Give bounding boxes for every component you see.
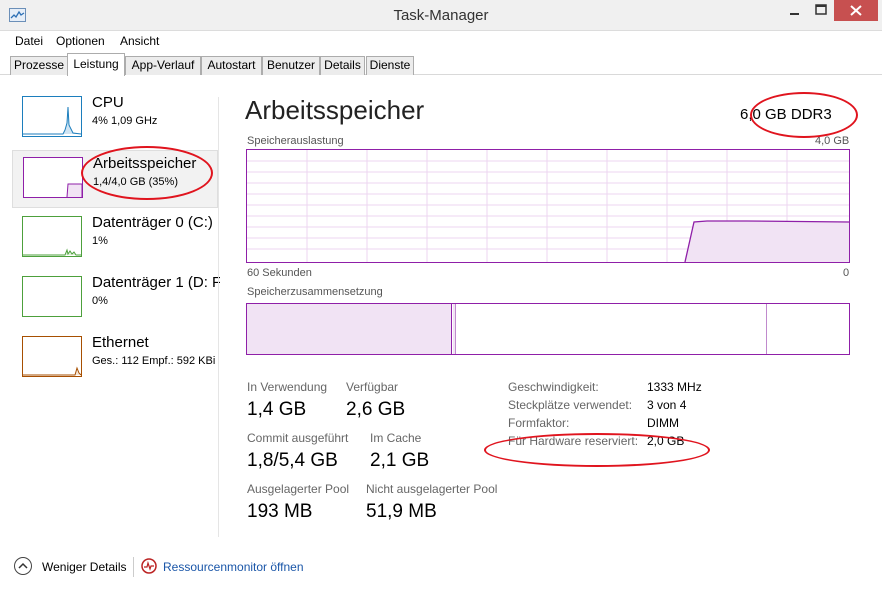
memory-thumbnail-graph bbox=[23, 157, 83, 198]
maximize-button[interactable] bbox=[808, 0, 834, 21]
menu-bar: Datei Optionen Ansicht bbox=[0, 31, 882, 51]
sidebar-divider bbox=[218, 97, 219, 537]
tab-details[interactable]: Details bbox=[320, 56, 365, 75]
sidebar-item-label: Ethernet bbox=[92, 334, 149, 351]
property-value: 1333 MHz bbox=[647, 380, 702, 394]
stat-value: 2,6 GB bbox=[346, 399, 406, 420]
composition-chart-title: Speicherzusammensetzung bbox=[247, 286, 383, 298]
stat-value: 1,8/5,4 GB bbox=[247, 450, 338, 471]
sidebar-item-label: Datenträger 1 (D: F bbox=[92, 274, 220, 291]
sidebar-item-label: CPU bbox=[92, 94, 124, 111]
composition-modified bbox=[453, 304, 456, 354]
disk1-thumbnail-graph bbox=[22, 276, 82, 317]
usage-chart-max: 4,0 GB bbox=[815, 135, 850, 147]
resource-monitor-icon bbox=[141, 558, 157, 574]
sidebar-item-ethernet[interactable]: Ethernet Ges.: 112 Empf.: 592 KBi bbox=[12, 330, 218, 388]
property-value: DIMM bbox=[647, 416, 679, 430]
property-value: 3 von 4 bbox=[647, 398, 687, 412]
sidebar-item-detail: Ges.: 112 Empf.: 592 KBi bbox=[92, 355, 216, 367]
window-title: Task-Manager bbox=[393, 7, 489, 24]
sidebar-item-label: Datenträger 0 (C:) bbox=[92, 214, 213, 231]
stat-label: Ausgelagerter Pool bbox=[247, 482, 350, 496]
memory-composition-bar bbox=[246, 303, 850, 355]
tab-app-verlauf[interactable]: App-Verlauf bbox=[125, 56, 201, 75]
stat-label: In Verwendung bbox=[247, 380, 328, 394]
sidebar-item-arbeitsspeicher[interactable]: Arbeitsspeicher 1,4/4,0 GB (35%) bbox=[12, 150, 218, 208]
minimize-button[interactable] bbox=[782, 0, 808, 21]
property-label: Geschwindigkeit: bbox=[508, 380, 599, 394]
usage-chart-title: Speicherauslastung bbox=[247, 135, 344, 147]
stat-label: Im Cache bbox=[370, 431, 422, 445]
sidebar-item-cpu[interactable]: CPU 4% 1,09 GHz bbox=[12, 90, 218, 148]
menu-optionen[interactable]: Optionen bbox=[56, 34, 105, 48]
disk0-thumbnail-graph bbox=[22, 216, 82, 257]
property-label: Steckplätze verwendet: bbox=[508, 398, 633, 412]
ethernet-thumbnail-graph bbox=[22, 336, 82, 377]
memory-usage-chart bbox=[246, 149, 850, 263]
chevron-up-icon bbox=[14, 557, 32, 575]
tab-bar: Prozesse Leistung App-Verlauf Autostart … bbox=[0, 51, 882, 76]
composition-standby-divider bbox=[766, 304, 767, 354]
usage-chart-x-left: 60 Sekunden bbox=[247, 267, 312, 279]
stat-label: Nicht ausgelagerter Pool bbox=[366, 482, 498, 496]
tab-autostart[interactable]: Autostart bbox=[201, 56, 262, 75]
menu-datei[interactable]: Datei bbox=[15, 34, 43, 48]
composition-in-use bbox=[247, 304, 452, 354]
usage-chart-x-right: 0 bbox=[843, 267, 850, 279]
tab-benutzer[interactable]: Benutzer bbox=[262, 56, 320, 75]
memory-spec: 6,0 GB DDR3 bbox=[740, 106, 832, 123]
resource-monitor-label: Ressourcenmonitor öffnen bbox=[163, 560, 304, 574]
title-bar: Task-Manager bbox=[0, 0, 882, 31]
stat-value: 193 MB bbox=[247, 501, 313, 522]
stat-value: 1,4 GB bbox=[247, 399, 307, 420]
fewer-details-label: Weniger Details bbox=[42, 560, 127, 574]
sidebar-item-detail: 1,4/4,0 GB (35%) bbox=[93, 176, 178, 188]
footer-bar: Weniger Details Ressourcenmonitor öffnen bbox=[0, 545, 882, 600]
property-value: 2,0 GB bbox=[647, 434, 685, 448]
property-label: Für Hardware reserviert: bbox=[508, 434, 639, 448]
stat-value: 2,1 GB bbox=[370, 450, 430, 471]
tab-prozesse[interactable]: Prozesse bbox=[10, 56, 68, 75]
performance-panel: CPU 4% 1,09 GHz Arbeitsspeicher 1,4/4,0 … bbox=[0, 75, 882, 545]
footer-divider bbox=[133, 557, 134, 577]
tab-leistung[interactable]: Leistung bbox=[67, 53, 125, 76]
sidebar-item-detail: 1% bbox=[92, 235, 108, 247]
stat-value: 51,9 MB bbox=[366, 501, 437, 522]
tab-dienste[interactable]: Dienste bbox=[366, 56, 414, 75]
sidebar-item-detail: 4% 1,09 GHz bbox=[92, 115, 158, 127]
sidebar-item-detail: 0% bbox=[92, 295, 108, 307]
page-title: Arbeitsspeicher bbox=[245, 95, 425, 125]
stat-label: Verfügbar bbox=[346, 380, 399, 394]
menu-ansicht[interactable]: Ansicht bbox=[120, 34, 159, 48]
close-button[interactable] bbox=[834, 0, 878, 21]
cpu-thumbnail-graph bbox=[22, 96, 82, 137]
sidebar-item-label: Arbeitsspeicher bbox=[93, 155, 197, 172]
sidebar-item-datentraeger-1[interactable]: Datenträger 1 (D: F 0% bbox=[12, 270, 220, 328]
stat-label: Commit ausgeführt bbox=[247, 431, 349, 445]
sidebar-item-datentraeger-0[interactable]: Datenträger 0 (C:) 1% bbox=[12, 210, 218, 268]
property-label: Formfaktor: bbox=[508, 416, 570, 430]
